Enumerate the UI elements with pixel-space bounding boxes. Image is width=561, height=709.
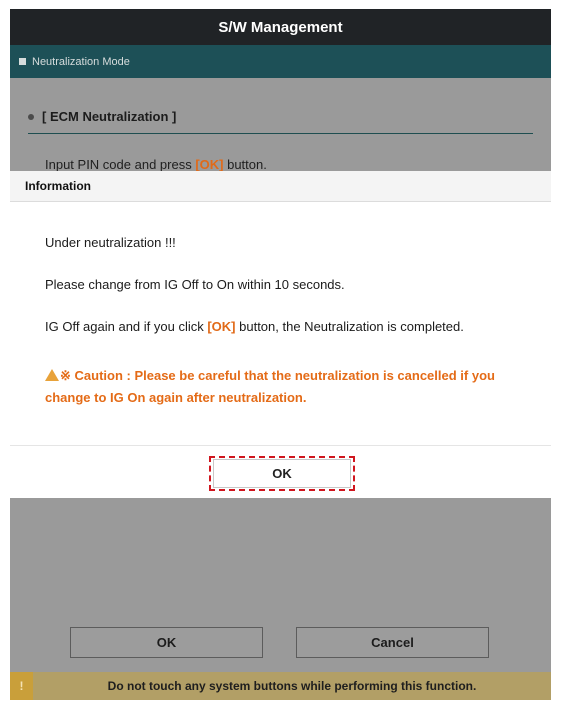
window-title: S/W Management xyxy=(10,9,551,45)
dialog-ok-highlight: [OK] xyxy=(207,319,236,334)
pin-instruction: Input PIN code and press [OK] button. xyxy=(45,157,267,172)
section-header: [ ECM Neutralization ] xyxy=(28,109,533,134)
warning-triangle-icon xyxy=(45,369,59,381)
ok-button[interactable]: OK xyxy=(70,627,263,658)
mode-bar: Neutralization Mode xyxy=(10,45,551,78)
square-bullet-icon xyxy=(19,58,26,65)
dialog-ok-button[interactable]: OK xyxy=(213,459,351,488)
warning-bar: ! Do not touch any system buttons while … xyxy=(10,672,551,700)
mode-bar-label: Neutralization Mode xyxy=(32,55,130,68)
section-title: [ ECM Neutralization ] xyxy=(42,109,177,124)
caution-line-2: change to IG On again after neutralizati… xyxy=(45,390,307,405)
app-window: S/W Management Neutralization Mode [ ECM… xyxy=(10,9,551,700)
cancel-button[interactable]: Cancel xyxy=(296,627,489,658)
information-dialog: Information Under neutralization !!! Ple… xyxy=(10,171,551,498)
dialog-title: Information xyxy=(10,171,551,202)
dialog-body: Under neutralization !!! Please change f… xyxy=(45,233,535,409)
caution-symbol: ※ xyxy=(60,368,71,383)
dialog-line-2: Please change from IG Off to On within 1… xyxy=(45,277,345,292)
dialog-footer: OK xyxy=(10,445,551,499)
ok-highlight-box: OK xyxy=(209,456,355,491)
caution-line-1: Caution : Please be careful that the neu… xyxy=(70,368,495,383)
dialog-line-3-suffix: button, the Neutralization is completed. xyxy=(235,319,464,334)
caution-message: ※ Caution : Please be careful that the n… xyxy=(45,365,535,409)
pin-instruction-suffix: button. xyxy=(223,157,267,172)
bottom-button-area: OK Cancel xyxy=(10,615,551,672)
pin-ok-highlight: [OK] xyxy=(195,157,224,172)
dialog-line-3: IG Off again and if you click [OK] butto… xyxy=(45,317,535,337)
exclamation-icon: ! xyxy=(10,672,33,700)
bullet-icon xyxy=(28,114,34,120)
pin-instruction-text: Input PIN code and press xyxy=(45,157,196,172)
dialog-line-3-text: IG Off again and if you click xyxy=(45,319,208,334)
warning-message: Do not touch any system buttons while pe… xyxy=(107,679,477,693)
dialog-line-1: Under neutralization !!! xyxy=(45,235,176,250)
